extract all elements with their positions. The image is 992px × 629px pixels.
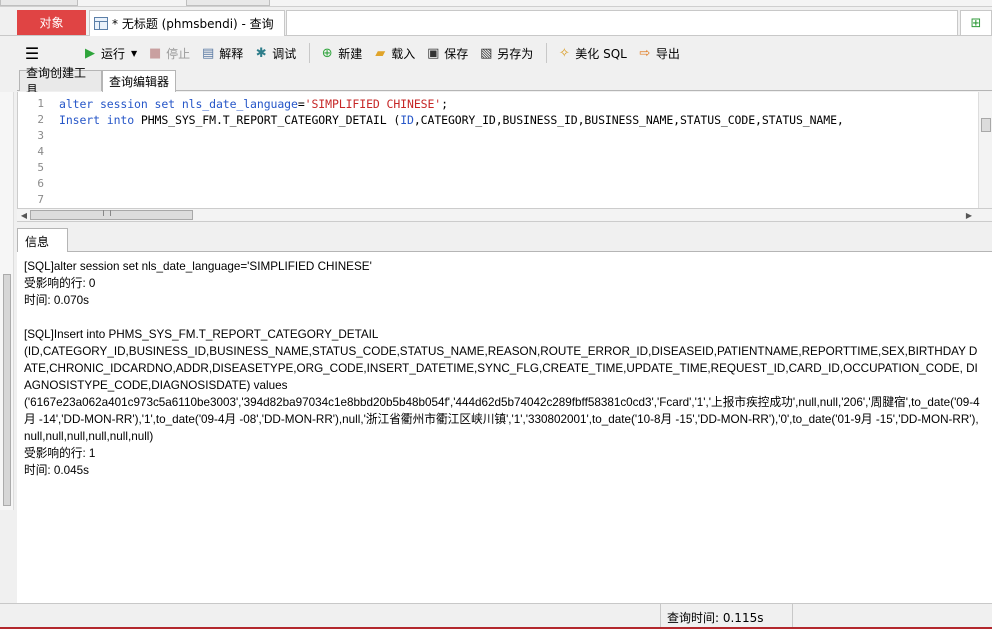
save-as-button[interactable]: ▧ 另存为 [475,41,536,65]
tab-query-label: * 无标题 (phmsbendi) - 查询 [112,17,274,31]
line-number: 1 [37,97,44,110]
line-number: 3 [37,129,44,142]
line-number: 6 [37,177,44,190]
save-label: 保存 [444,46,469,61]
editor-horizontal-scrollbar-thumb[interactable] [30,210,193,220]
tab-query-editor-label: 查询编辑器 [109,75,170,89]
stop-label: 停止 [166,46,191,61]
tab-query[interactable]: * 无标题 (phmsbendi) - 查询 [89,10,285,36]
message-panel[interactable]: [SQL]alter session set nls_date_language… [17,252,992,603]
query-mode-tabs: 查询创建工具 查询编辑器 [17,66,992,97]
export-icon: ⇨ [639,45,651,61]
message-sql-columns: (ID,CATEGORY_ID,BUSINESS_ID,BUSINESS_NAM… [24,345,978,392]
beautify-label: 美化 SQL [575,46,627,61]
line-number: 4 [37,145,44,158]
line-number: 5 [37,161,44,174]
explain-icon: ▤ [202,45,215,61]
toolbar-separator [309,43,311,63]
debug-button[interactable]: ✱ 调试 [250,41,299,65]
beautify-sql-button[interactable]: ✧ 美化 SQL [553,41,630,65]
message-time: 时间: 0.070s [24,294,89,307]
code-text: PHMS_SYS_FM.T_REPORT_CATEGORY_DETAIL ( [134,113,401,127]
save-as-icon: ▧ [480,45,493,61]
code-line-1[interactable]: alter session set nls_date_language='SIM… [59,97,448,111]
new-tab-icon[interactable]: ⊞ [960,10,992,36]
play-icon: ▶ [85,45,95,61]
save-as-label: 另存为 [497,46,534,61]
message-sql: [SQL]alter session set nls_date_language… [24,260,372,273]
message-affected-rows: 受影响的行: 1 [24,447,96,460]
load-label: 载入 [391,46,416,61]
debug-label: 调试 [272,46,297,61]
tab-query-builder[interactable]: 查询创建工具 [19,66,102,97]
code-line-2[interactable]: Insert into PHMS_SYS_FM.T_REPORT_CATEGOR… [59,113,844,127]
message-sql-values: ('6167e23a062a401c973c5a6110be3003','394… [24,396,980,443]
left-scrollbar[interactable] [0,92,14,510]
code-keyword: ID [400,113,414,127]
load-button[interactable]: ▰ 载入 [369,41,418,65]
save-button[interactable]: ▣ 保存 [422,41,471,65]
message-time: 时间: 0.045s [24,464,89,477]
run-button[interactable]: ▶ 运行 ▼ [79,41,140,65]
scrollbar-grip-icon [103,210,111,216]
run-label: 运行 [101,46,126,61]
code-string: 'SIMPLIFIED CHINESE' [304,97,442,111]
line-number: 7 [37,193,44,206]
menu-bar-strip [0,0,992,7]
query-toolbar: ☰ ▶ 运行 ▼ ■ 停止 ▤ 解释 ✱ 调试 ⊕ 新建 ▰ 载入 ▣ 保存 ▧… [17,38,992,68]
code-terminator: ; [441,97,448,111]
folder-icon: ▰ [375,45,386,61]
magic-wand-icon: ✧ [558,45,570,61]
save-icon: ▣ [427,45,440,61]
result-tabs: 信息 [17,226,992,253]
scroll-left-arrow-icon[interactable]: ◀ [17,209,31,221]
export-label: 导出 [655,46,680,61]
code-keyword: Insert into [59,113,135,127]
message-affected-rows: 受影响的行: 0 [24,277,96,290]
tab-objects[interactable]: 对象 [17,10,86,35]
new-button[interactable]: ⊕ 新建 [316,41,365,65]
sql-editor[interactable]: 1 2 3 4 5 6 7 alter session set nls_date… [17,92,992,208]
menu-icon[interactable]: ☰ [17,41,47,65]
tab-query-editor[interactable]: 查询编辑器 [102,70,176,92]
tab-objects-label: 对象 [39,16,64,30]
tab-bar-empty-area [286,10,958,36]
stop-button[interactable]: ■ 停止 [144,41,193,65]
document-tab-bar: 对象 * 无标题 (phmsbendi) - 查询 ⊞ [0,8,992,36]
left-scrollbar-thumb[interactable] [3,274,11,506]
code-operator: = [297,97,305,111]
toolbar-separator [546,43,548,63]
editor-vertical-scrollbar-thumb[interactable] [981,118,991,132]
tab-info[interactable]: 信息 [17,228,68,253]
editor-horizontal-scrollbar[interactable]: ◀ ▶ [17,208,992,222]
line-number-gutter: 1 2 3 4 5 6 7 [18,92,52,208]
new-query-icon: ⊕ [321,45,333,61]
code-text: ,CATEGORY_ID,BUSINESS_ID,BUSINESS_NAME,S… [413,113,844,127]
explain-button[interactable]: ▤ 解释 [197,41,246,65]
status-bar: 查询时间: 0.115s [0,603,992,629]
message-sql: [SQL]Insert into PHMS_SYS_FM.T_REPORT_CA… [24,328,379,341]
explain-label: 解释 [219,46,244,61]
query-table-icon [94,17,108,30]
chevron-down-icon[interactable]: ▼ [131,49,137,58]
stop-icon: ■ [149,45,162,61]
status-divider [792,604,793,629]
export-button[interactable]: ⇨ 导出 [634,41,683,65]
debug-icon: ✱ [255,45,267,61]
status-divider [660,604,661,629]
line-number: 2 [37,113,44,126]
query-time-status: 查询时间: 0.115s [667,611,764,625]
scroll-right-arrow-icon[interactable]: ▶ [962,209,976,221]
new-label: 新建 [338,46,363,61]
code-keyword: alter session set nls_date_language [59,97,298,111]
menu-segment [0,0,78,6]
editor-vertical-scrollbar[interactable] [978,92,992,208]
tab-info-label: 信息 [25,234,50,249]
menu-segment [186,0,270,6]
